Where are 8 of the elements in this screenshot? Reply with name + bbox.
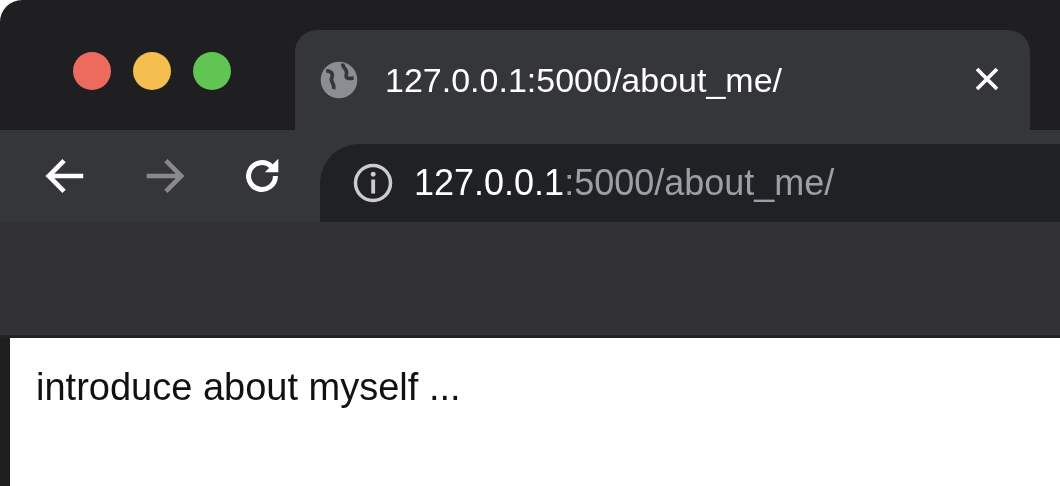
page-text: introduce about myself ...	[36, 366, 461, 408]
maximize-window-button[interactable]	[193, 52, 231, 90]
browser-tab[interactable]: 127.0.0.1:5000/about_me/	[295, 30, 1030, 130]
address-bar[interactable]: 127.0.0.1:5000/about_me/	[320, 144, 1060, 222]
tab-title: 127.0.0.1:5000/about_me/	[385, 60, 783, 100]
close-window-button[interactable]	[73, 52, 111, 90]
info-icon	[352, 162, 394, 204]
minimize-window-button[interactable]	[133, 52, 171, 90]
